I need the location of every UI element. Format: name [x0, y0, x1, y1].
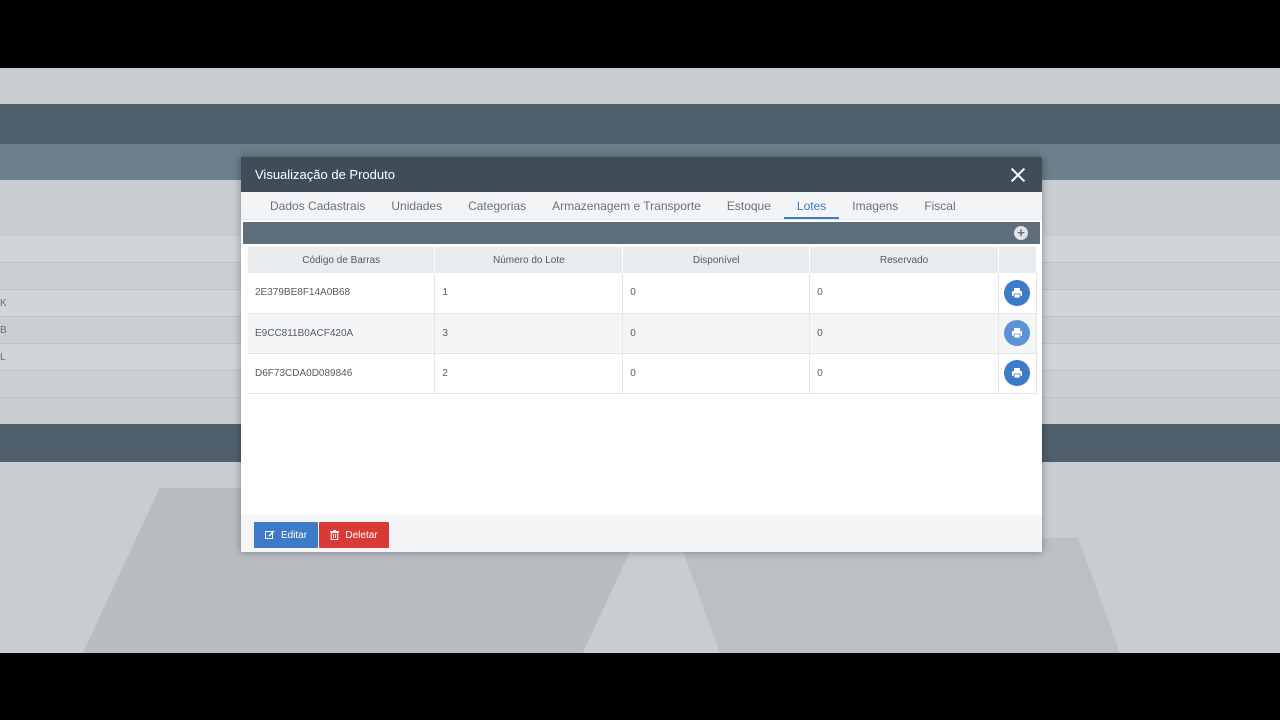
letterbox-bottom: [0, 653, 1280, 720]
modal-footer: Editar Deletar: [241, 515, 1042, 552]
printer-icon: [1012, 328, 1023, 339]
column-header-actions: [998, 247, 1038, 273]
modal-header: Visualização de Produto: [241, 157, 1042, 192]
tab-fiscal[interactable]: Fiscal: [911, 192, 968, 219]
background-fragment: B: [0, 325, 7, 336]
delete-button-label: Deletar: [345, 529, 378, 541]
cell-available: 0: [622, 353, 811, 394]
tab-dados-cadastrais[interactable]: Dados Cadastrais: [257, 192, 378, 219]
cell-reserved: 0: [809, 273, 999, 314]
table-row: E9CC811B0ACF420A 3 0 0: [248, 313, 1038, 354]
tab-imagens[interactable]: Imagens: [839, 192, 911, 219]
tab-lotes[interactable]: Lotes: [783, 192, 840, 219]
cell-available: 0: [622, 313, 811, 354]
letterbox-top: [0, 0, 1280, 68]
plus-circle-icon[interactable]: +: [1014, 226, 1028, 240]
printer-icon: [1012, 368, 1023, 379]
lots-table: Código de Barras Número do Lote Disponív…: [248, 247, 1038, 394]
cell-reserved: 0: [809, 313, 999, 354]
table-row: 2E379BE8F14A0B68 1 0 0: [248, 273, 1038, 314]
background-fragment: K: [0, 298, 7, 309]
tab-estoque[interactable]: Estoque: [714, 192, 784, 219]
cell-barcode: E9CC811B0ACF420A: [248, 313, 436, 354]
tab-armazenagem-transporte[interactable]: Armazenagem e Transporte: [539, 192, 714, 219]
delete-button[interactable]: Deletar: [319, 522, 389, 548]
edit-button-label: Editar: [280, 529, 308, 541]
column-header-lot-number: Número do Lote: [434, 247, 624, 273]
cell-actions: [998, 273, 1038, 314]
print-button[interactable]: [1004, 320, 1031, 346]
trash-icon: [330, 530, 340, 540]
tab-unidades[interactable]: Unidades: [378, 192, 455, 219]
column-header-reserved: Reservado: [809, 247, 999, 273]
edit-icon: [264, 530, 275, 539]
background-header: [0, 104, 1280, 144]
cell-actions: [998, 353, 1038, 394]
cell-barcode: D6F73CDA0D089846: [248, 353, 436, 394]
background-shape: [678, 538, 1122, 653]
column-header-available: Disponível: [622, 247, 811, 273]
cell-reserved: 0: [809, 353, 999, 394]
background-fragment: L: [0, 352, 6, 363]
table-row: D6F73CDA0D089846 2 0 0: [248, 353, 1038, 394]
cell-lot-number: 2: [434, 353, 624, 394]
print-button[interactable]: [1004, 360, 1031, 386]
print-button[interactable]: [1004, 279, 1031, 306]
lots-toolbar: +: [243, 222, 1040, 244]
printer-icon: [1012, 287, 1023, 299]
cell-lot-number: 3: [434, 313, 624, 354]
table-header-row: Código de Barras Número do Lote Disponív…: [248, 247, 1038, 273]
cell-available: 0: [622, 273, 811, 314]
cell-actions: [998, 313, 1038, 354]
edit-button[interactable]: Editar: [254, 522, 318, 548]
cell-lot-number: 1: [434, 273, 624, 314]
product-view-modal: Visualização de Produto Dados Cadastrais…: [241, 157, 1042, 552]
tab-bar: Dados Cadastrais Unidades Categorias Arm…: [241, 192, 1042, 220]
cell-barcode: 2E379BE8F14A0B68: [248, 273, 436, 314]
modal-title: Visualização de Produto: [255, 167, 395, 182]
tab-categorias[interactable]: Categorias: [455, 192, 539, 219]
column-header-barcode: Código de Barras: [248, 247, 436, 273]
close-icon[interactable]: [1008, 165, 1028, 185]
